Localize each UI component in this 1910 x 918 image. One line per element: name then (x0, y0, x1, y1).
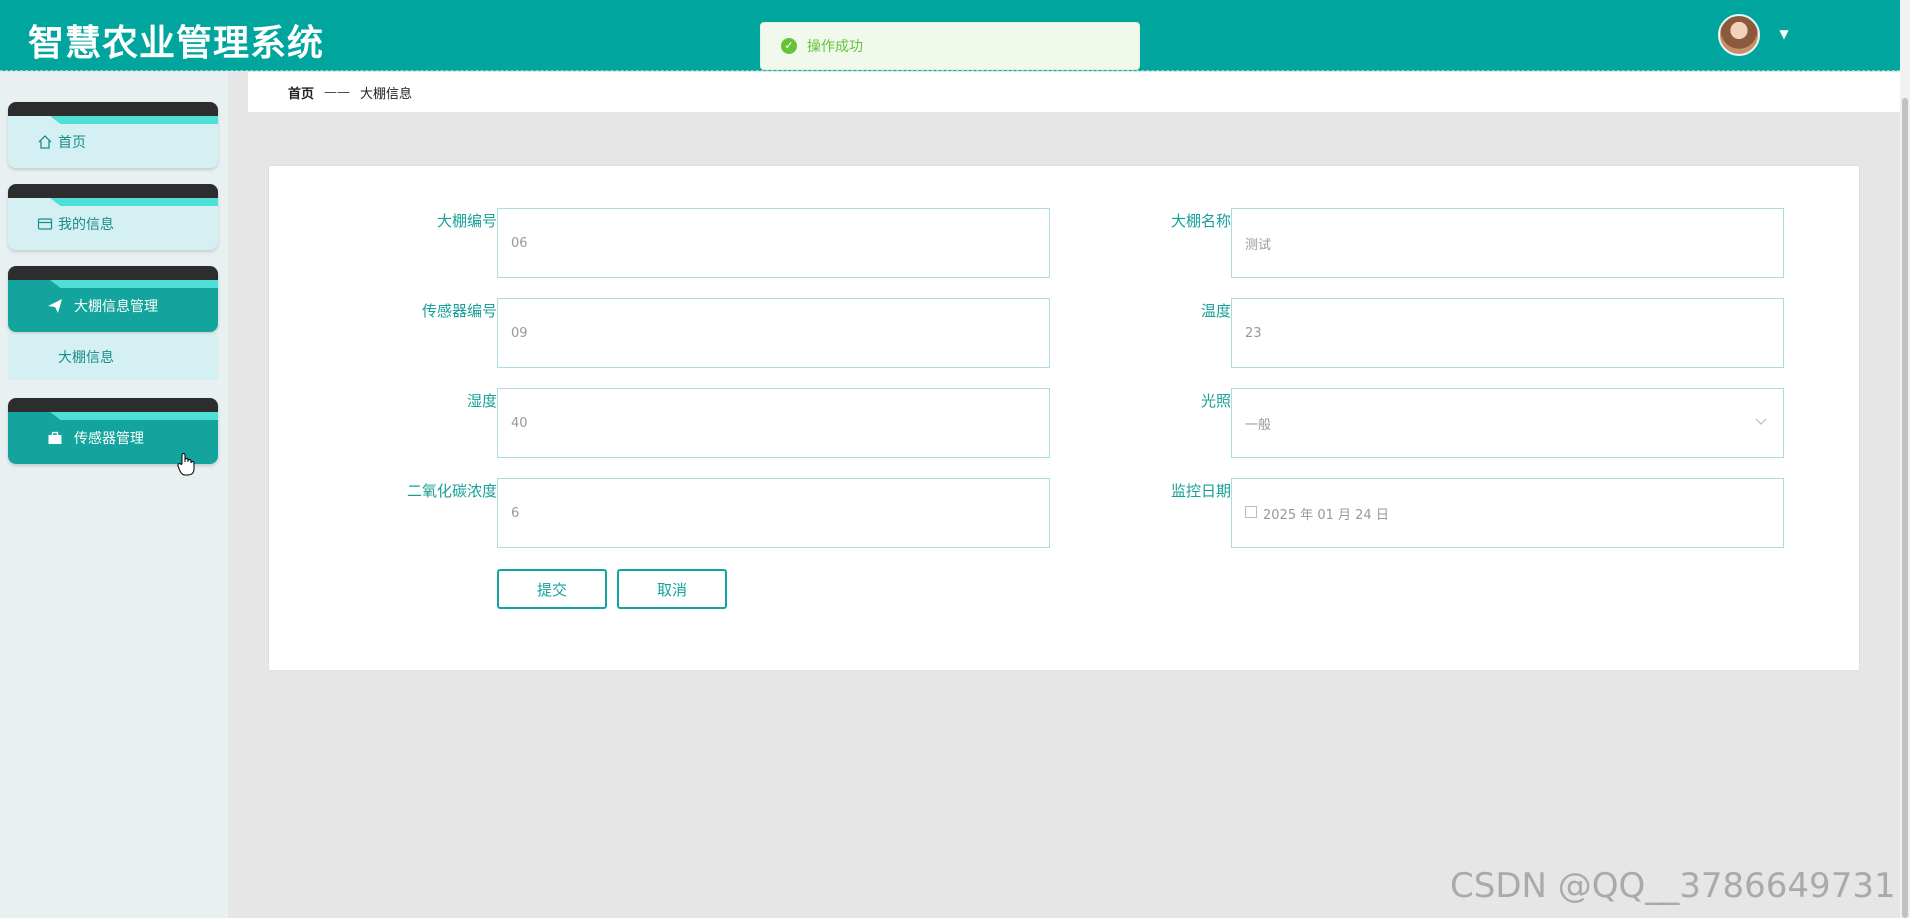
breadcrumb: 首页 —— 大棚信息 (248, 72, 1900, 112)
sidebar-item-greenhouse-management[interactable]: 大棚信息管理 (8, 266, 218, 332)
monitor-date-value: 2025 年 01 月 24 日 (1263, 507, 1389, 523)
chevron-down-icon (1755, 415, 1767, 429)
field-label: 光照 (1200, 392, 1231, 410)
hand-cursor-icon (176, 452, 196, 476)
paper-plane-icon (46, 297, 64, 315)
sidebar-item-label: 首页 (58, 135, 86, 151)
sidebar-item-label: 大棚信息管理 (74, 299, 158, 315)
field-label: 温度 (1200, 302, 1231, 320)
light-select[interactable]: 一般 (1231, 388, 1784, 458)
briefcase-icon (46, 429, 64, 447)
greenhouse-id-input[interactable]: 06 (497, 208, 1050, 278)
calendar-icon (1245, 506, 1257, 518)
field-label: 大棚名称 (1170, 212, 1231, 230)
field-label: 二氧化碳浓度 (406, 482, 497, 500)
field-label: 大棚编号 (436, 212, 497, 230)
submenu-item-greenhouse-info[interactable]: 大棚信息 (8, 334, 218, 380)
sidebar: 首页 我的信息 大棚信息管理 大棚信息 传感器管理 (0, 72, 228, 918)
sidebar-item-label: 我的信息 (58, 217, 114, 233)
scrollbar-thumb[interactable] (1902, 98, 1908, 918)
co2-input[interactable]: 6 (497, 478, 1050, 548)
app-title: 智慧农业管理系统 (28, 23, 325, 64)
success-toast: ✓ 操作成功 (760, 22, 1140, 70)
sidebar-item-home[interactable]: 首页 (8, 102, 218, 168)
cancel-button[interactable]: 取消 (617, 569, 727, 609)
field-label: 湿度 (466, 392, 497, 410)
check-circle-icon: ✓ (781, 38, 797, 54)
monitor-date-picker[interactable]: 2025 年 01 月 24 日 (1231, 478, 1784, 548)
user-avatar[interactable] (1718, 14, 1760, 56)
greenhouse-form: 大棚编号 06 大棚名称 测试 传感器编号 09 温度 23 湿度 40 光照 … (268, 165, 1860, 671)
field-label: 监控日期 (1170, 482, 1231, 500)
sidebar-item-label: 传感器管理 (74, 431, 144, 447)
sidebar-item-my-info[interactable]: 我的信息 (8, 184, 218, 250)
id-card-icon (36, 215, 54, 233)
home-icon (36, 133, 54, 151)
toast-message: 操作成功 (807, 39, 863, 55)
chevron-down-icon[interactable]: ▼ (1776, 26, 1792, 42)
field-label: 传感器编号 (421, 302, 497, 320)
greenhouse-name-input[interactable]: 测试 (1231, 208, 1784, 278)
watermark: CSDN @QQ__3786649731 (1450, 866, 1896, 906)
breadcrumb-home[interactable]: 首页 (288, 83, 314, 102)
breadcrumb-current: 大棚信息 (360, 86, 413, 102)
submit-button[interactable]: 提交 (497, 569, 607, 609)
light-select-value: 一般 (1245, 417, 1272, 433)
temperature-input[interactable]: 23 (1231, 298, 1784, 368)
breadcrumb-separator: —— (324, 84, 351, 100)
sensor-id-input[interactable]: 09 (497, 298, 1050, 368)
humidity-input[interactable]: 40 (497, 388, 1050, 458)
